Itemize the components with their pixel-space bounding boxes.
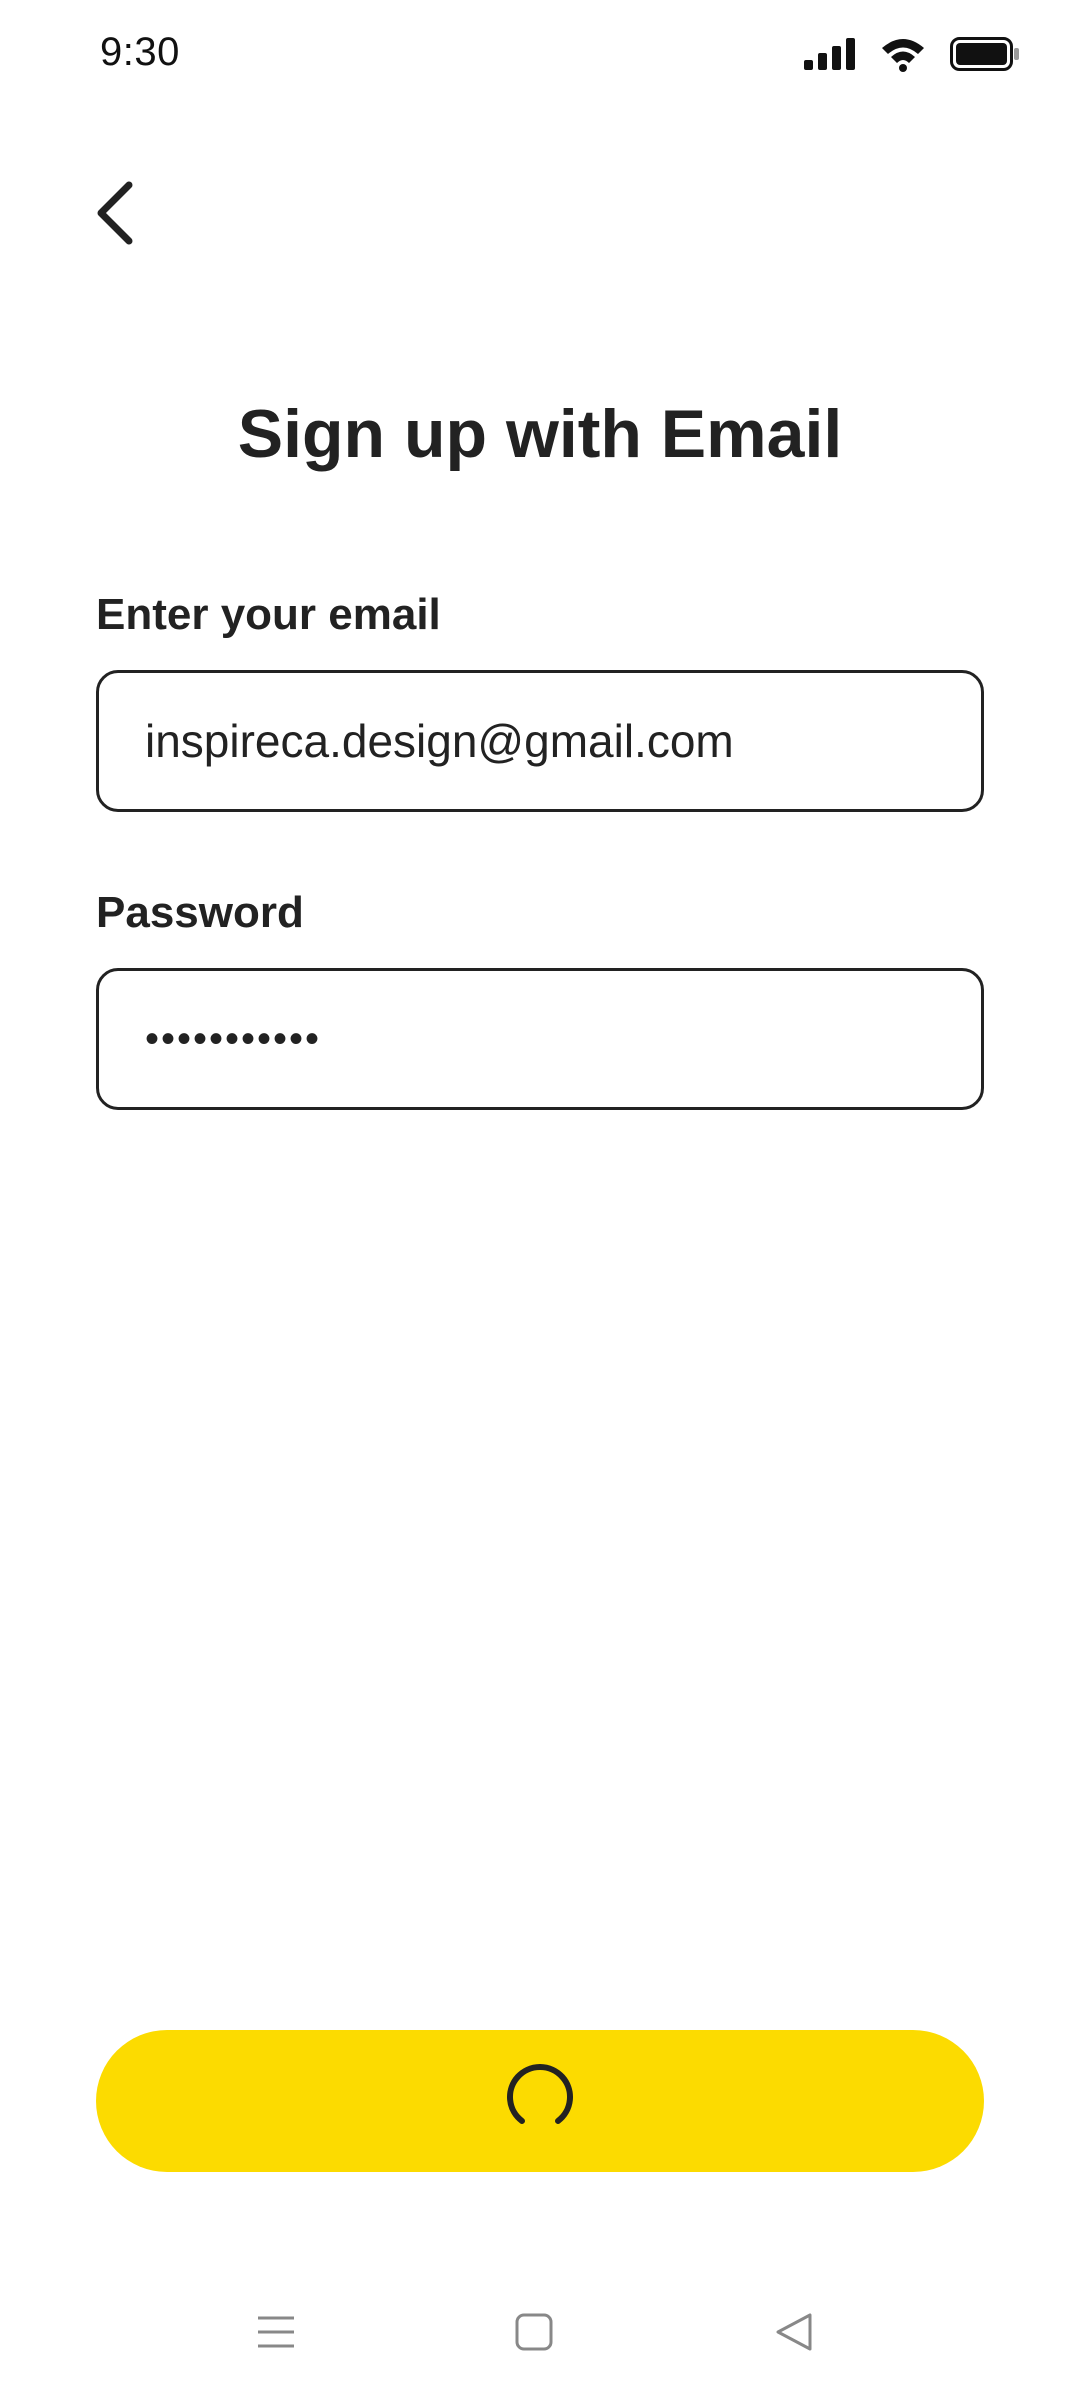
- submit-button[interactable]: [96, 2030, 984, 2172]
- email-field-container: [96, 670, 984, 812]
- page-title: Sign up with Email: [237, 396, 843, 472]
- home-button[interactable]: [502, 2302, 566, 2366]
- back-button[interactable]: [80, 170, 150, 260]
- email-label: Enter your email: [96, 590, 441, 639]
- status-bar: 9:30: [0, 0, 1080, 110]
- status-icons: [804, 36, 1020, 76]
- email-field[interactable]: [99, 673, 981, 809]
- menu-icon: [256, 2312, 296, 2357]
- home-square-icon: [514, 2312, 554, 2357]
- wifi-icon: [880, 36, 926, 77]
- password-field[interactable]: [99, 971, 981, 1107]
- menu-button[interactable]: [244, 2302, 308, 2366]
- back-nav-button[interactable]: [762, 2302, 826, 2366]
- battery-icon: [950, 36, 1020, 76]
- loading-spinner-icon: [502, 2061, 578, 2142]
- back-triangle-icon: [774, 2312, 814, 2357]
- system-nav-bar: [0, 2290, 1080, 2380]
- password-field-container: [96, 968, 984, 1110]
- password-label: Password: [96, 888, 304, 937]
- chevron-left-icon: [93, 181, 137, 250]
- status-time: 9:30: [100, 30, 180, 74]
- signal-icon: [804, 37, 856, 75]
